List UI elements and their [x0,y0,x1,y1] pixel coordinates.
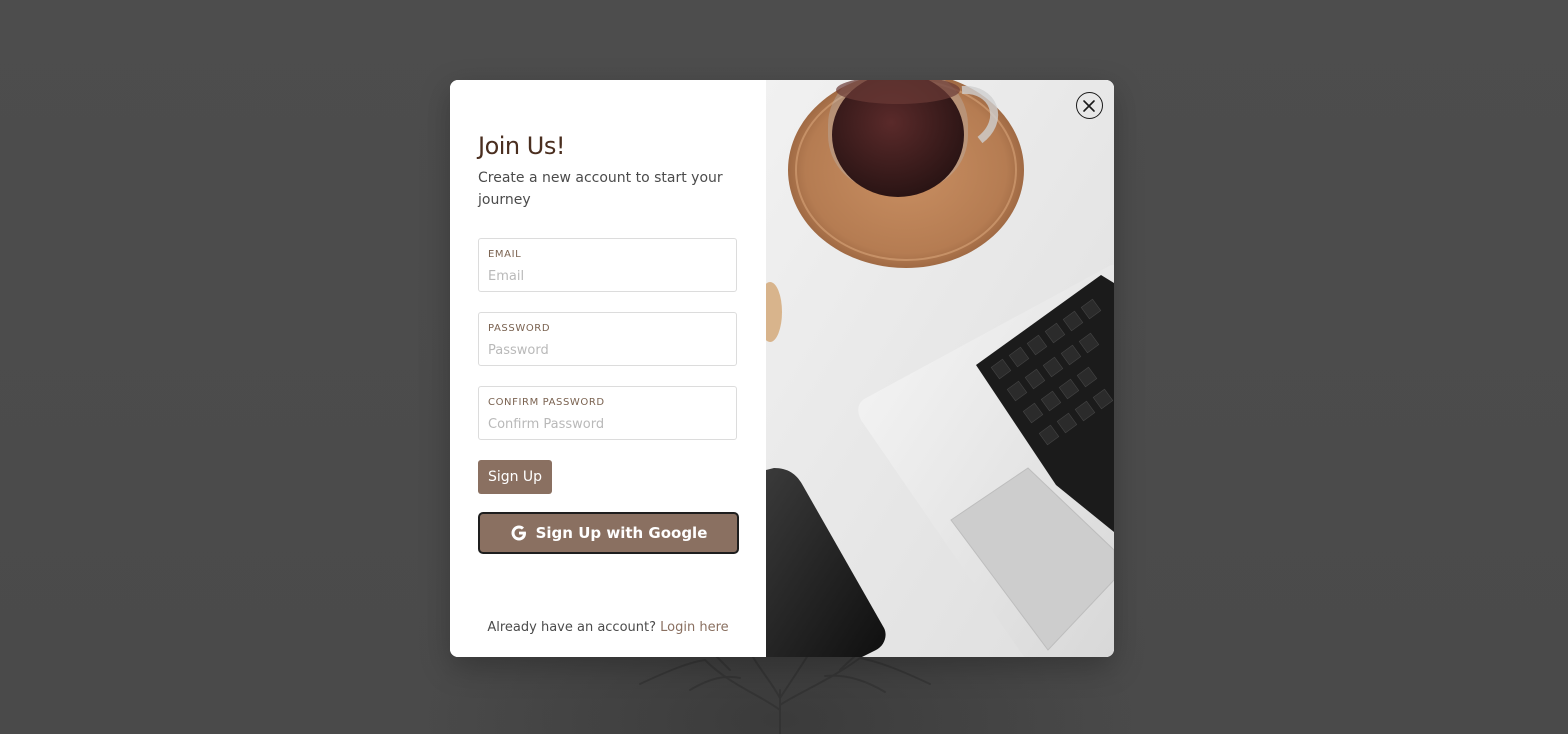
sign-up-button[interactable]: Sign Up [478,460,552,494]
email-field[interactable]: EMAIL [478,238,737,292]
google-icon [511,525,526,541]
workspace-photo-illustration [766,80,1114,657]
signup-modal: Join Us! Create a new account to start y… [450,80,1114,657]
signup-form-panel: Join Us! Create a new account to start y… [450,80,766,657]
password-input[interactable] [488,340,726,360]
confirm-password-input[interactable] [488,414,726,434]
login-link[interactable]: Login here [660,620,729,635]
workspace-photo [766,80,1114,657]
background-tree-silhouette [639,650,931,734]
close-button[interactable] [1076,92,1103,119]
email-label: EMAIL [488,249,522,260]
confirm-password-field[interactable]: CONFIRM PASSWORD [478,386,737,440]
modal-subtitle: Create a new account to start your journ… [478,170,723,208]
password-label: PASSWORD [488,323,551,334]
google-button-label: Sign Up with Google [535,524,708,542]
sign-up-with-google-button[interactable]: Sign Up with Google [478,512,739,554]
confirm-password-label: CONFIRM PASSWORD [488,397,605,408]
email-input[interactable] [488,266,726,286]
login-prompt: Already have an account? Login here [450,620,766,635]
modal-title: Join Us! [478,132,565,160]
login-prompt-text: Already have an account? [487,620,661,635]
close-icon [1083,99,1095,112]
password-field[interactable]: PASSWORD [478,312,737,366]
